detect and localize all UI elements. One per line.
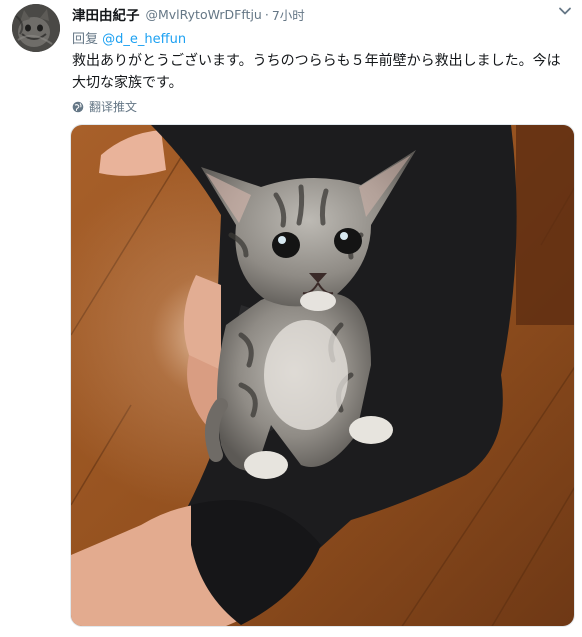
reply-to-link[interactable]: @d_e_heffun	[102, 32, 186, 47]
tweet-photo[interactable]	[70, 124, 575, 627]
translate-tweet-button[interactable]: 翻译推文	[72, 98, 137, 115]
avatar[interactable]	[12, 4, 60, 52]
reply-context: 回复 @d_e_heffun	[72, 28, 186, 47]
kitten-photo	[71, 125, 574, 626]
tweet-text: 救出ありがとうございます。うちのつららも５年前壁から救出しました。今は大切な家族…	[72, 53, 561, 91]
author-handle[interactable]: @MvlRytoWrDFftju	[146, 7, 262, 22]
reply-prefix: 回复	[72, 32, 99, 47]
tweet: 津田由紀子 @MvlRytoWrDFftju · 7小时 回复 @d_e_hef…	[0, 0, 582, 637]
tweet-timestamp[interactable]: 7小时	[272, 5, 305, 24]
author-name[interactable]: 津田由紀子	[72, 4, 140, 24]
separator-dot: ·	[264, 6, 269, 22]
chevron-down-icon	[559, 7, 571, 15]
more-options-button[interactable]	[556, 2, 574, 20]
globe-icon	[72, 101, 84, 112]
translate-label: 翻译推文	[89, 100, 138, 114]
avatar-cat-icon	[12, 4, 60, 52]
tweet-header: 津田由紀子 @MvlRytoWrDFftju · 7小时	[72, 4, 570, 25]
